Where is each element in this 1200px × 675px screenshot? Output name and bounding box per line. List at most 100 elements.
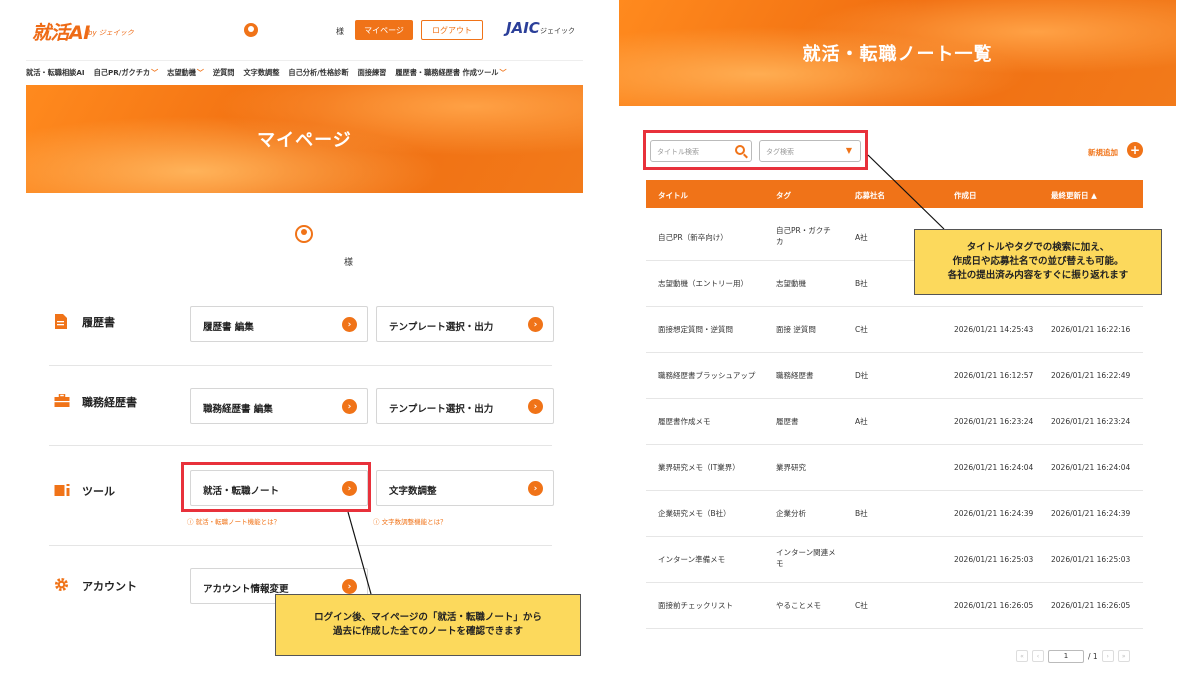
document-icon [55, 314, 67, 329]
cell-updated: 2026/01/21 16:26:05 [1051, 601, 1131, 610]
cell-tag: インターン関連メ モ [776, 548, 836, 569]
site-header: 就活AI by ジェイック 様 マイページ ログアウト JAIC ジェイック [26, 0, 583, 60]
partner-logo[interactable]: JAIC [506, 19, 540, 37]
cell-created: 2026/01/21 16:23:24 [954, 417, 1034, 426]
cell-tag: 志望動機 [776, 279, 806, 288]
user-name-suffix: 様 [344, 258, 354, 268]
cell-title[interactable]: 自己PR（新卒向け） [658, 232, 728, 243]
nav-item-self-analysis[interactable]: 自己分析/性格診断 [288, 68, 348, 78]
cv-template-button[interactable]: テンプレート選択・出力 › [376, 388, 554, 424]
note-list-panel: 就活・転職ノート一覧 タイトル検索 タグ検索 ▼ 新規追加 + タイトル タグ … [619, 0, 1176, 675]
card-label: テンプレート選択・出力 [389, 322, 494, 333]
resume-template-button[interactable]: テンプレート選択・出力 › [376, 306, 554, 342]
cell-tag: やることメモ [776, 601, 821, 610]
logout-button[interactable]: ログアウト [421, 20, 483, 40]
last-page-button[interactable]: » [1117, 650, 1130, 662]
col-updated[interactable]: 最終更新日 ▲ [1051, 190, 1097, 201]
cell-company: C社 [855, 601, 868, 610]
table-row[interactable]: 職務経歴書ブラッシュアップ 職務経歴書 D社 2026/01/21 16:12:57 2… [646, 353, 1143, 399]
cell-tag: 自己PR・ガクチ カ [776, 226, 831, 247]
site-logo[interactable]: 就活AI [32, 18, 90, 45]
arrow-right-icon: › [342, 579, 357, 594]
table-row[interactable]: 面接想定質問・逆質問 面接 逆質問 C社 2026/01/21 14:25:43 202… [646, 307, 1143, 353]
highlight-box [643, 130, 868, 170]
new-note-label[interactable]: 新規追加 [1088, 147, 1118, 158]
cell-company: D社 [855, 371, 869, 380]
cell-created: 2026/01/21 16:25:03 [954, 555, 1034, 564]
nav-item-interview[interactable]: 面接練習 [358, 68, 387, 78]
nav-item-reverse-question[interactable]: 逆質問 [213, 68, 235, 78]
cell-updated: 2026/01/21 16:22:16 [1051, 325, 1131, 334]
cell-title[interactable]: 業界研究メモ（IT業界） [658, 462, 740, 473]
cell-tag: 業界研究 [776, 463, 806, 472]
callout-line-3: 各社の提出済み内容をすぐに振り返れます [947, 269, 1129, 281]
section-label: 履歴書 [82, 316, 115, 329]
cell-company: B社 [855, 279, 868, 288]
mypage-panel: 就活AI by ジェイック 様 マイページ ログアウト JAIC ジェイック 就… [26, 0, 583, 675]
cell-company: C社 [855, 325, 868, 334]
main-nav: 就活・転職相談AI 自己PR/ガクチカ 志望動機 逆質問 文字数調整 自己分析/… [26, 60, 583, 84]
nav-item-char-adjust[interactable]: 文字数調整 [243, 68, 279, 78]
plus-icon[interactable]: + [1127, 142, 1143, 158]
cell-title[interactable]: 企業研究メモ（B社） [658, 508, 731, 519]
briefcase-icon [54, 394, 70, 407]
callout-line-1: タイトルやタグでの検索に加え、 [966, 242, 1110, 254]
callout-line-1: ログイン後、マイページの「就活・転職ノート」から [314, 612, 542, 624]
nav-item-selfpr[interactable]: 自己PR/ガクチカ [94, 68, 159, 78]
section-label: 職務経歴書 [82, 396, 137, 409]
cell-title[interactable]: 職務経歴書ブラッシュアップ [658, 370, 755, 381]
cell-created: 2026/01/21 16:26:05 [954, 601, 1034, 610]
cell-tag: 面接 逆質問 [776, 325, 816, 334]
cell-created: 2026/01/21 16:24:04 [954, 463, 1034, 472]
highlight-box [181, 462, 371, 512]
table-row[interactable]: インターン準備メモ インターン関連メ モ 2026/01/21 16:25:03 20… [646, 537, 1143, 583]
cell-updated: 2026/01/21 16:24:04 [1051, 463, 1131, 472]
cell-tag: 職務経歴書 [776, 371, 814, 380]
cv-edit-button[interactable]: 職務経歴書 編集 › [190, 388, 368, 424]
char-adjust-help-link[interactable]: ⓘ 文字数調整機能とは？ [373, 516, 447, 526]
nav-item-consult[interactable]: 就活・転職相談AI [26, 68, 85, 78]
next-page-button[interactable]: › [1101, 650, 1114, 662]
hint-text: 就活・転職ノート機能とは？ [195, 518, 281, 526]
table-row[interactable]: 企業研究メモ（B社） 企業分析 B社 2026/01/21 16:24:39 2026/… [646, 491, 1143, 537]
nav-item-motivation[interactable]: 志望動機 [167, 68, 204, 78]
user-avatar-icon [295, 225, 313, 243]
arrow-right-icon: › [342, 317, 357, 332]
col-tag[interactable]: タグ [776, 190, 791, 201]
page-total: / 1 [1088, 651, 1098, 661]
resume-edit-button[interactable]: 履歴書 編集 › [190, 306, 368, 342]
cell-company: A社 [855, 233, 868, 242]
table-row[interactable]: 履歴書作成メモ 履歴書 A社 2026/01/21 16:23:24 2026/01/2… [646, 399, 1143, 445]
prev-page-button[interactable]: ‹ [1032, 650, 1044, 662]
gear-icon [54, 577, 69, 592]
cell-tag: 履歴書 [776, 417, 799, 426]
card-label: 履歴書 編集 [203, 322, 254, 333]
cell-title[interactable]: 志望動機（エントリー用） [658, 278, 748, 289]
table-row[interactable]: 面接前チェックリスト やることメモ C社 2026/01/21 16:26:05 202… [646, 583, 1143, 629]
cell-created: 2026/01/21 14:25:43 [954, 325, 1034, 334]
cell-updated: 2026/01/21 16:23:24 [1051, 417, 1131, 426]
page-title: 就活・転職ノート一覧 [802, 44, 993, 65]
cell-title[interactable]: 履歴書作成メモ [658, 416, 711, 427]
col-company[interactable]: 応募社名 [855, 190, 885, 201]
cell-created: 2026/01/21 16:24:39 [954, 509, 1034, 518]
mypage-button[interactable]: マイページ [355, 20, 413, 40]
col-created[interactable]: 作成日 [954, 190, 977, 201]
callout-line-2: 過去に作成した全てのノートを確認できます [332, 626, 523, 637]
user-icon [244, 23, 258, 37]
cell-title[interactable]: インターン準備メモ [658, 554, 725, 565]
page-title: マイページ [257, 130, 352, 151]
page-input[interactable]: 1 [1048, 649, 1084, 663]
callout-line-2: 作成日や応募社名での並び替えも可能。 [952, 256, 1124, 268]
char-adjust-button[interactable]: 文字数調整 › [376, 470, 554, 506]
note-help-link[interactable]: ⓘ 就活・転職ノート機能とは？ [187, 516, 280, 526]
first-page-button[interactable]: « [1016, 650, 1028, 662]
callout-note: ログイン後、マイページの「就活・転職ノート」から 過去に作成した全てのノートを確… [275, 594, 581, 656]
section-resume: 履歴書 履歴書 編集 › テンプレート選択・出力 › [49, 286, 554, 366]
col-title[interactable]: タイトル [658, 190, 688, 201]
table-row[interactable]: 業界研究メモ（IT業界） 業界研究 2026/01/21 16:24:04 2026/… [646, 445, 1143, 491]
cell-updated: 2026/01/21 16:24:39 [1051, 509, 1131, 518]
cell-title[interactable]: 面接想定質問・逆質問 [658, 324, 733, 335]
cell-title[interactable]: 面接前チェックリスト [658, 600, 733, 611]
nav-item-resume-tool[interactable]: 履歴書・職務経歴書 作成ツール [395, 68, 506, 78]
